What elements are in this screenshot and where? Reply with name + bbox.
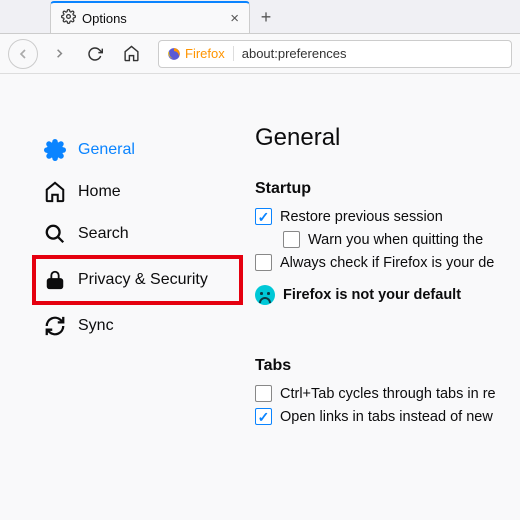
- checkbox-label: Ctrl+Tab cycles through tabs in re: [280, 386, 496, 402]
- sidebar-item-label: General: [78, 141, 135, 159]
- sidebar-item-label: Search: [78, 225, 129, 243]
- sidebar-item-label: Sync: [78, 317, 114, 335]
- checkbox-label: Always check if Firefox is your de: [280, 255, 494, 271]
- checkbox-icon[interactable]: [255, 385, 272, 402]
- group-tabs-title: Tabs: [255, 357, 520, 375]
- url-text: about:preferences: [234, 46, 355, 61]
- checkbox-icon[interactable]: [255, 254, 272, 271]
- close-icon[interactable]: ×: [230, 10, 239, 27]
- checkbox-open-links-tabs[interactable]: Open links in tabs instead of new: [255, 408, 520, 425]
- checkbox-ctrl-tab[interactable]: Ctrl+Tab cycles through tabs in re: [255, 385, 520, 402]
- sidebar-item-label: Home: [78, 183, 121, 201]
- url-bar[interactable]: Firefox about:preferences: [158, 40, 512, 68]
- sidebar-item-search[interactable]: Search: [40, 213, 235, 255]
- checkbox-icon[interactable]: [255, 408, 272, 425]
- toolbar: Firefox about:preferences: [0, 34, 520, 74]
- identity-label: Firefox: [185, 46, 225, 61]
- sidebar-item-sync[interactable]: Sync: [40, 305, 235, 347]
- browser-tab-options[interactable]: Options ×: [50, 1, 250, 33]
- checkbox-icon[interactable]: [255, 208, 272, 225]
- checkbox-warn-quit[interactable]: Warn you when quitting the: [283, 231, 520, 248]
- checkbox-restore-session[interactable]: Restore previous session: [255, 208, 520, 225]
- sad-face-icon: [255, 285, 275, 305]
- checkbox-always-check-default[interactable]: Always check if Firefox is your de: [255, 254, 520, 271]
- page-heading: General: [255, 124, 520, 152]
- checkbox-label: Warn you when quitting the: [308, 232, 483, 248]
- tab-title: Options: [82, 11, 224, 26]
- new-tab-button[interactable]: +: [250, 1, 282, 33]
- preferences-content: General Home Search Privacy & Security S…: [0, 74, 520, 520]
- tab-strip: Options × +: [0, 0, 520, 34]
- preferences-pane: General Startup Restore previous session…: [255, 74, 520, 520]
- group-startup-title: Startup: [255, 180, 520, 198]
- back-button[interactable]: [8, 39, 38, 69]
- sidebar-item-general[interactable]: General: [40, 129, 235, 171]
- not-default-label: Firefox is not your default: [283, 287, 461, 303]
- sidebar-item-home[interactable]: Home: [40, 171, 235, 213]
- sidebar-item-privacy[interactable]: Privacy & Security: [40, 259, 235, 301]
- reload-button[interactable]: [80, 39, 110, 69]
- firefox-icon: [167, 47, 181, 61]
- home-button[interactable]: [116, 39, 146, 69]
- highlight-annotation: Privacy & Security: [32, 255, 243, 305]
- sidebar-item-label: Privacy & Security: [78, 271, 208, 289]
- gear-icon: [61, 9, 76, 27]
- forward-button[interactable]: [44, 39, 74, 69]
- checkbox-icon[interactable]: [283, 231, 300, 248]
- not-default-browser-row: Firefox is not your default: [255, 285, 520, 305]
- category-sidebar: General Home Search Privacy & Security S…: [0, 74, 255, 520]
- checkbox-label: Open links in tabs instead of new: [280, 409, 493, 425]
- identity-box[interactable]: Firefox: [159, 46, 234, 61]
- checkbox-label: Restore previous session: [280, 209, 443, 225]
